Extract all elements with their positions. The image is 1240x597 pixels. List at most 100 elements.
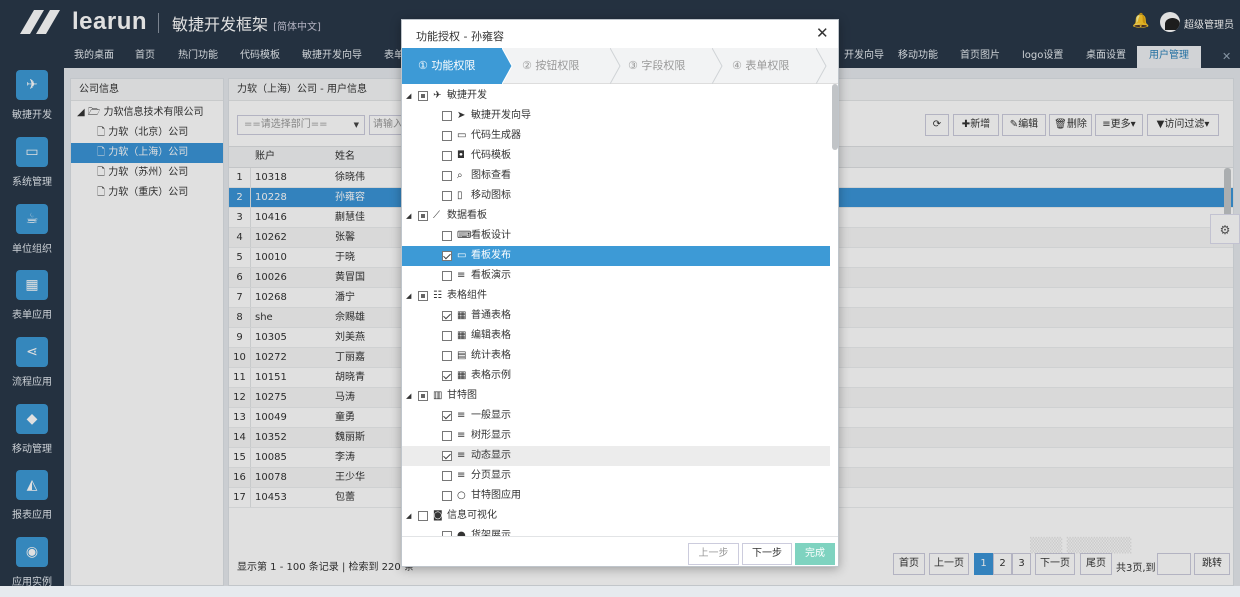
tree-checkbox[interactable] <box>442 311 452 321</box>
tree-node-label: 统计表格 <box>471 350 511 361</box>
tree-checkbox[interactable] <box>442 111 452 121</box>
tree-checkbox[interactable] <box>442 331 452 341</box>
step-arrow <box>816 48 827 84</box>
tree-checkbox[interactable] <box>418 91 428 101</box>
tree-node[interactable]: ◢ ▥ 甘特图 <box>402 386 830 406</box>
expand-toggle-icon[interactable]: ◢ <box>406 206 411 226</box>
tree-node[interactable]: ≡ 看板演示 <box>402 266 830 286</box>
tree-node-label: 看板发布 <box>471 250 511 261</box>
expand-toggle-icon[interactable]: ◢ <box>406 506 411 526</box>
bar-chart-icon: ▥ <box>433 390 443 401</box>
tree-node[interactable]: ▦ 表格示例 <box>402 366 830 386</box>
tree-checkbox[interactable] <box>442 251 452 261</box>
tree-node-label: 表格组件 <box>447 290 487 301</box>
tree-checkbox[interactable] <box>442 491 452 501</box>
table-icon: ▦ <box>457 330 467 341</box>
tree-node-label: 敏捷开发向导 <box>471 110 531 121</box>
tree-node[interactable]: ▦ 普通表格 <box>402 306 830 326</box>
tree-checkbox[interactable] <box>442 431 452 441</box>
list-alt-icon: ☷ <box>433 290 442 301</box>
tree-node[interactable]: ◢ ☷ 表格组件 <box>402 286 830 306</box>
permission-tree: ◢ ✈ 敏捷开发 ➤ 敏捷开发向导 ▭ 代码生成器 ◘ 代码模板 ⌕ 图标查看 ▯ 移动图标 ◢ ⟋ 数据看板… <box>402 84 830 536</box>
finish-button[interactable]: 完成 <box>795 543 835 565</box>
tree-node-label: 表格示例 <box>471 370 511 381</box>
monitor-icon: ▭ <box>457 130 467 141</box>
tree-checkbox[interactable] <box>442 171 452 181</box>
step-number: ④ <box>732 59 742 72</box>
prev-step-button[interactable]: 上一步 <box>688 543 739 565</box>
tree-node[interactable]: ⌨ 看板设计 <box>402 226 830 246</box>
line-chart-icon: ⟋ <box>433 210 440 221</box>
tree-checkbox[interactable] <box>442 231 452 241</box>
tree-checkbox[interactable] <box>442 151 452 161</box>
tree-node[interactable]: ▤ 统计表格 <box>402 346 830 366</box>
tree-node[interactable]: ◢ ✈ 敏捷开发 <box>402 86 830 106</box>
tree-checkbox[interactable] <box>442 371 452 381</box>
step-bar: ① 功能权限 ② 按钮权限 ③ 字段权限 ④ 表单权限 <box>402 48 838 84</box>
file-icon: ▤ <box>457 350 467 361</box>
tree-node-label: 编辑表格 <box>471 330 511 341</box>
tree-node[interactable]: ▭ 代码生成器 <box>402 126 830 146</box>
expand-toggle-icon[interactable]: ◢ <box>406 86 411 106</box>
step-function-permissions[interactable]: ① 功能权限 <box>402 48 502 84</box>
tree-checkbox[interactable] <box>442 131 452 141</box>
step-label: 表单权限 <box>745 59 790 72</box>
step-arrow <box>712 48 723 84</box>
expand-toggle-icon[interactable]: ◢ <box>406 286 411 306</box>
expand-toggle-icon[interactable]: ◢ <box>406 386 411 406</box>
tree-node-label: 移动图标 <box>471 190 511 201</box>
tree-checkbox[interactable] <box>418 291 428 301</box>
tree-checkbox[interactable] <box>418 211 428 221</box>
step-number: ③ <box>628 59 638 72</box>
tree-node[interactable]: ≡ 动态显示 <box>402 446 830 466</box>
tree-node[interactable]: ➤ 敏捷开发向导 <box>402 106 830 126</box>
tree-checkbox[interactable] <box>442 271 452 281</box>
step-arrow <box>610 48 621 84</box>
tree-node[interactable]: ≡ 一般显示 <box>402 406 830 426</box>
step-number: ② <box>522 59 532 72</box>
tree-node-label: 甘特图应用 <box>471 490 521 501</box>
tree-scrollbar[interactable] <box>832 84 838 150</box>
tree-node[interactable]: ◢ ⟋ 数据看板 <box>402 206 830 226</box>
tree-node[interactable]: ● 货架展示 <box>402 526 830 536</box>
step-button-permissions[interactable]: ② 按钮权限 <box>522 48 612 84</box>
tree-node[interactable]: ▦ 编辑表格 <box>402 326 830 346</box>
tree-node[interactable]: ○ 甘特图应用 <box>402 486 830 506</box>
tree-checkbox[interactable] <box>442 471 452 481</box>
list-icon: ≡ <box>457 450 466 461</box>
tree-node-label: 货架展示 <box>471 530 511 536</box>
tree-node-label: 信息可视化 <box>447 510 497 521</box>
tree-node-label: 甘特图 <box>447 390 477 401</box>
tree-node-label: 普通表格 <box>471 310 511 321</box>
close-icon[interactable]: ✕ <box>816 24 829 42</box>
tree-node[interactable]: ◘ 代码模板 <box>402 146 830 166</box>
tree-node[interactable]: ▯ 移动图标 <box>402 186 830 206</box>
tree-node-label: 代码模板 <box>471 150 511 161</box>
tree-node[interactable]: ◢ ◙ 信息可视化 <box>402 506 830 526</box>
list-icon: ≡ <box>457 430 466 441</box>
paper-plane-icon: ✈ <box>433 90 442 101</box>
tree-node[interactable]: ▭ 看板发布 <box>402 246 830 266</box>
tree-node-label: 一般显示 <box>471 410 511 421</box>
tree-checkbox[interactable] <box>442 351 452 361</box>
tree-checkbox[interactable] <box>442 411 452 421</box>
tree-checkbox[interactable] <box>442 451 452 461</box>
tree-node-label: 树形显示 <box>471 430 511 441</box>
table-icon: ▦ <box>457 370 467 381</box>
next-step-button[interactable]: 下一步 <box>742 543 792 565</box>
step-form-permissions[interactable]: ④ 表单权限 <box>732 48 818 84</box>
list-icon: ≡ <box>457 270 466 281</box>
tree-node[interactable]: ≡ 分页显示 <box>402 466 830 486</box>
tree-checkbox[interactable] <box>418 391 428 401</box>
dialog-title: 功能授权 - 孙雍容 <box>416 30 504 43</box>
step-field-permissions[interactable]: ③ 字段权限 <box>628 48 718 84</box>
tree-checkbox[interactable] <box>442 191 452 201</box>
camera-icon: ◙ <box>433 510 443 521</box>
tree-checkbox[interactable] <box>418 511 428 521</box>
tree-node-label: 看板设计 <box>471 230 511 241</box>
tree-node[interactable]: ⌕ 图标查看 <box>402 166 830 186</box>
keyboard-icon: ⌨ <box>457 230 472 241</box>
tree-node[interactable]: ≡ 树形显示 <box>402 426 830 446</box>
tree-node-label: 看板演示 <box>471 270 511 281</box>
tree-node-label: 敏捷开发 <box>447 90 487 101</box>
